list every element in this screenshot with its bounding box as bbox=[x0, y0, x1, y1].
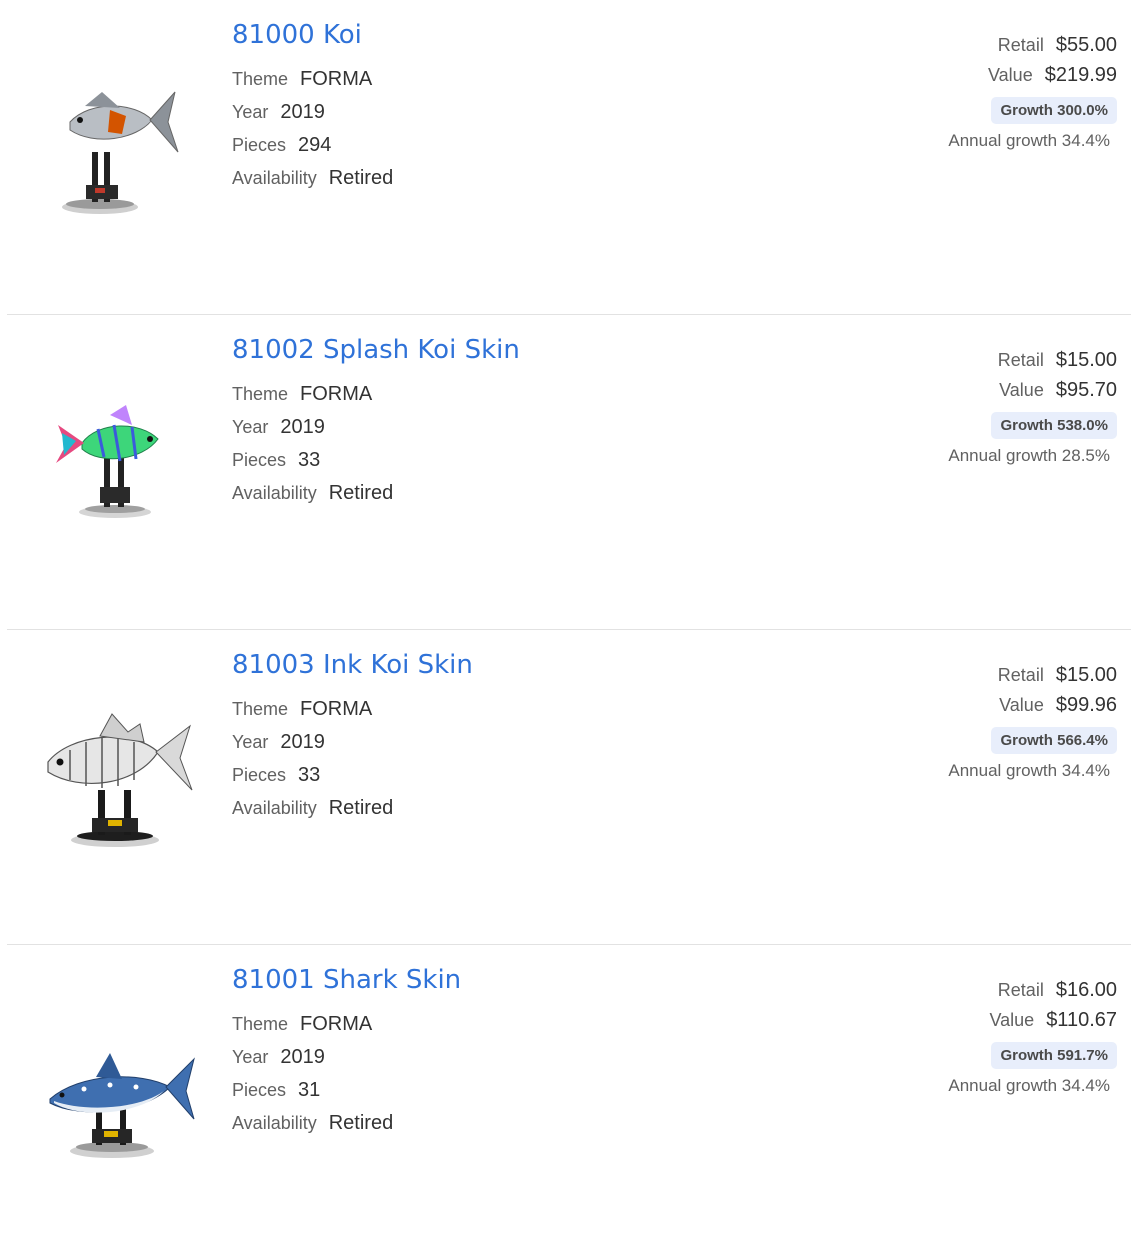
availability-value: Retired bbox=[328, 797, 394, 819]
pieces-label: Pieces bbox=[232, 765, 287, 785]
growth-badge: Growth 591.7% bbox=[991, 1041, 1117, 1069]
set-properties: Theme FORMA Year 2019 Pieces 33 Availabilit… bbox=[232, 698, 393, 830]
retail-label: Retail bbox=[997, 665, 1044, 685]
theme-label: Theme bbox=[232, 699, 289, 719]
set-title-link[interactable]: 81001 Shark Skin bbox=[232, 965, 461, 995]
pieces-label: Pieces bbox=[232, 450, 287, 470]
set-card: 81001 Shark Skin Theme FORMA Year 2019 Pie… bbox=[7, 945, 1131, 1255]
ink-koi-model-image[interactable] bbox=[40, 700, 200, 850]
current-value: $99.96 bbox=[1055, 694, 1117, 716]
theme-value: FORMA bbox=[300, 698, 373, 720]
set-properties: Theme FORMA Year 2019 Pieces 33 Availabilit… bbox=[232, 383, 393, 515]
current-value: $219.99 bbox=[1044, 64, 1117, 86]
pieces-value: 33 bbox=[298, 449, 321, 471]
set-title-link[interactable]: 81003 Ink Koi Skin bbox=[232, 650, 473, 680]
price-panel: Retail $15.00 Value $95.70 Growth 538.0% A… bbox=[817, 349, 1117, 471]
availability-value: Retired bbox=[328, 1112, 394, 1134]
availability-label: Availability bbox=[232, 483, 317, 503]
value-label: Value bbox=[999, 695, 1044, 715]
annual-growth: Annual growth 34.4% bbox=[948, 761, 1110, 780]
growth-badge: Growth 300.0% bbox=[991, 96, 1117, 124]
value-label: Value bbox=[999, 380, 1044, 400]
retail-price: $55.00 bbox=[1055, 34, 1117, 56]
splash-koi-model-image[interactable] bbox=[40, 385, 200, 535]
annual-growth: Annual growth 28.5% bbox=[948, 446, 1110, 465]
set-card: 81000 Koi Theme FORMA Year 2019 Pieces 294 … bbox=[7, 0, 1131, 315]
theme-value: FORMA bbox=[300, 1013, 373, 1035]
shark-model-image[interactable] bbox=[40, 1015, 200, 1165]
pieces-value: 31 bbox=[298, 1079, 321, 1101]
price-panel: Retail $55.00 Value $219.99 Growth 300.0% … bbox=[817, 34, 1117, 156]
year-value: 2019 bbox=[280, 731, 325, 753]
availability-label: Availability bbox=[232, 1113, 317, 1133]
annual-growth: Annual growth 34.4% bbox=[948, 1076, 1110, 1095]
year-value: 2019 bbox=[280, 1046, 325, 1068]
year-value: 2019 bbox=[280, 416, 325, 438]
theme-value: FORMA bbox=[300, 68, 373, 90]
value-label: Value bbox=[988, 65, 1033, 85]
retail-label: Retail bbox=[997, 35, 1044, 55]
retail-label: Retail bbox=[997, 350, 1044, 370]
annual-growth: Annual growth 34.4% bbox=[948, 131, 1110, 150]
retail-price: $15.00 bbox=[1055, 349, 1117, 371]
theme-label: Theme bbox=[232, 1014, 289, 1034]
current-value: $110.67 bbox=[1046, 1009, 1117, 1031]
pieces-value: 33 bbox=[298, 764, 321, 786]
set-title-link[interactable]: 81000 Koi bbox=[232, 20, 362, 50]
value-label: Value bbox=[989, 1010, 1035, 1030]
availability-label: Availability bbox=[232, 798, 317, 818]
retail-price: $15.00 bbox=[1055, 664, 1117, 686]
availability-value: Retired bbox=[328, 482, 394, 504]
current-value: $95.70 bbox=[1055, 379, 1117, 401]
pieces-label: Pieces bbox=[232, 1080, 287, 1100]
set-properties: Theme FORMA Year 2019 Pieces 31 Availabilit… bbox=[232, 1013, 393, 1145]
set-card: 81003 Ink Koi Skin Theme FORMA Year 2019 P… bbox=[7, 630, 1131, 945]
growth-badge: Growth 566.4% bbox=[991, 726, 1117, 754]
year-label: Year bbox=[232, 1047, 269, 1067]
retail-price: $16.00 bbox=[1055, 979, 1117, 1001]
theme-value: FORMA bbox=[300, 383, 373, 405]
year-label: Year bbox=[232, 732, 269, 752]
availability-label: Availability bbox=[232, 168, 317, 188]
theme-label: Theme bbox=[232, 384, 289, 404]
year-value: 2019 bbox=[280, 101, 325, 123]
koi-model-image[interactable] bbox=[40, 70, 200, 220]
pieces-label: Pieces bbox=[232, 135, 287, 155]
year-label: Year bbox=[232, 417, 269, 437]
set-list: 81000 Koi Theme FORMA Year 2019 Pieces 294 … bbox=[0, 0, 1144, 1255]
theme-label: Theme bbox=[232, 69, 289, 89]
price-panel: Retail $15.00 Value $99.96 Growth 566.4% A… bbox=[817, 664, 1117, 786]
pieces-value: 294 bbox=[298, 134, 332, 156]
retail-label: Retail bbox=[997, 980, 1044, 1000]
price-panel: Retail $16.00 Value $110.67 Growth 591.7% … bbox=[817, 979, 1117, 1101]
set-card: 81002 Splash Koi Skin Theme FORMA Year 201… bbox=[7, 315, 1131, 630]
growth-badge: Growth 538.0% bbox=[991, 411, 1117, 439]
year-label: Year bbox=[232, 102, 269, 122]
set-title-link[interactable]: 81002 Splash Koi Skin bbox=[232, 335, 520, 365]
set-properties: Theme FORMA Year 2019 Pieces 294 Availabili… bbox=[232, 68, 393, 200]
availability-value: Retired bbox=[328, 167, 394, 189]
